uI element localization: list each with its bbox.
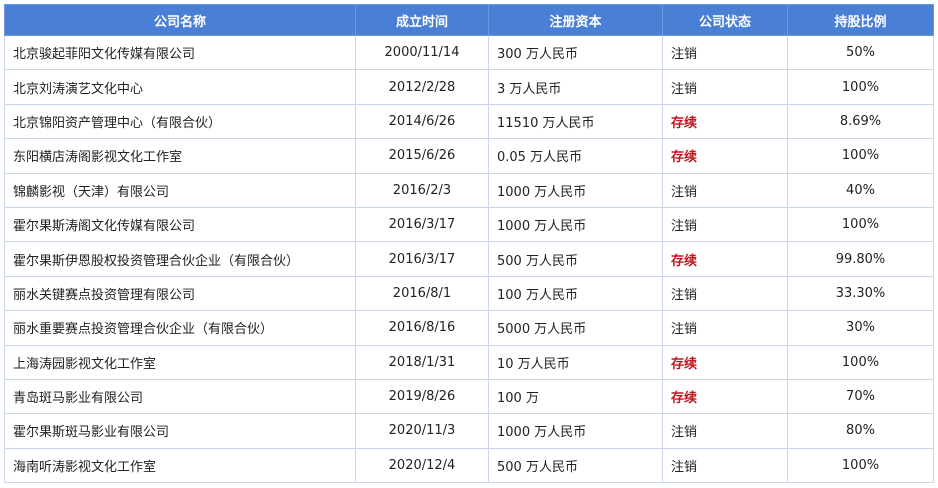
cell-registered-capital: 1000 万人民币 (488, 172, 663, 208)
company-table: 公司名称 成立时间 注册资本 公司状态 持股比例 北京骏起菲阳文化传媒有限公司 2… (4, 4, 934, 484)
cell-company-name: 北京骏起菲阳文化传媒有限公司 (4, 34, 356, 71)
table-row: 霍尔果斯涛阁文化传媒有限公司 2016/3/17 1000 万人民币 注销 100% (4, 206, 934, 243)
cell-company-status: 注销 (662, 69, 788, 105)
cell-company-status: 注销 (662, 172, 788, 208)
cell-company-status: 存续 (662, 344, 788, 380)
cell-registered-capital: 500 万人民币 (488, 241, 663, 277)
table-body: 北京骏起菲阳文化传媒有限公司 2000/11/14 300 万人民币 注销 50% 北京刘… (4, 34, 934, 484)
table-row: 北京骏起菲阳文化传媒有限公司 2000/11/14 300 万人民币 注销 50% (4, 34, 934, 71)
cell-company-status: 存续 (662, 378, 788, 415)
table-row: 青岛斑马影业有限公司 2019/8/26 100 万存续 70% (4, 378, 934, 415)
cell-founded-date: 2012/2/28 (355, 69, 489, 105)
cell-registered-capital: 5000 万人民币 (488, 310, 663, 346)
header-company-status: 公司状态 (662, 4, 788, 36)
cell-share-ratio: 40% (787, 172, 934, 208)
cell-company-status: 存续 (662, 103, 788, 140)
cell-company-name: 丽水重要赛点投资管理合伙企业（有限合伙） (4, 310, 356, 346)
cell-company-name: 丽水关键赛点投资管理有限公司 (4, 275, 356, 312)
cell-founded-date: 2016/2/3 (355, 172, 489, 208)
table-row: 丽水关键赛点投资管理有限公司 2016/8/1 100 万人民币 注销 33.30% (4, 275, 934, 312)
cell-registered-capital: 0.05 万人民币 (488, 138, 663, 174)
header-row: 公司名称 成立时间 注册资本 公司状态 持股比例 (4, 4, 934, 36)
cell-registered-capital: 1000 万人民币 (488, 413, 663, 449)
cell-company-status: 注销 (662, 34, 788, 71)
cell-company-status: 注销 (662, 206, 788, 243)
cell-company-status: 存续 (662, 241, 788, 277)
cell-share-ratio: 100% (787, 138, 934, 174)
cell-company-name: 锦麟影视（天津）有限公司 (4, 172, 356, 208)
cell-share-ratio: 100% (787, 447, 934, 484)
table-row: 北京刘涛演艺文化中心 2012/2/28 3 万人民币 注销 100% (4, 69, 934, 105)
cell-founded-date: 2019/8/26 (355, 378, 489, 415)
header-company-name: 公司名称 (4, 4, 356, 36)
table-row: 霍尔果斯斑马影业有限公司 2020/11/3 1000 万人民币 注销 80% (4, 413, 934, 449)
cell-registered-capital: 100 万人民币 (488, 275, 663, 312)
company-table-container: 公司名称 成立时间 注册资本 公司状态 持股比例 北京骏起菲阳文化传媒有限公司 2… (4, 4, 934, 484)
header-founded-date: 成立时间 (355, 4, 489, 36)
cell-company-status: 注销 (662, 275, 788, 312)
cell-company-status: 注销 (662, 310, 788, 346)
cell-registered-capital: 500 万人民币 (488, 447, 663, 484)
cell-company-status: 注销 (662, 447, 788, 484)
cell-share-ratio: 33.30% (787, 275, 934, 312)
cell-company-name: 霍尔果斯斑马影业有限公司 (4, 413, 356, 449)
header-registered-capital: 注册资本 (488, 4, 663, 36)
table-row: 北京锦阳资产管理中心（有限合伙） 2014/6/26 11510 万人民币 存续 8.6… (4, 103, 934, 140)
cell-company-name: 海南听涛影视文化工作室 (4, 447, 356, 484)
cell-founded-date: 2014/6/26 (355, 103, 489, 140)
cell-company-name: 北京刘涛演艺文化中心 (4, 69, 356, 105)
table-row: 上海涛园影视文化工作室 2018/1/31 10 万人民币 存续 100% (4, 344, 934, 380)
cell-founded-date: 2018/1/31 (355, 344, 489, 380)
table-row: 锦麟影视（天津）有限公司 2016/2/3 1000 万人民币 注销 40% (4, 172, 934, 208)
table-header: 公司名称 成立时间 注册资本 公司状态 持股比例 (4, 4, 934, 36)
cell-founded-date: 2016/8/16 (355, 310, 489, 346)
table-row: 霍尔果斯伊恩股权投资管理合伙企业（有限合伙） 2016/3/17 500 万人民币存… (4, 241, 934, 277)
cell-company-name: 霍尔果斯涛阁文化传媒有限公司 (4, 206, 356, 243)
cell-company-name: 青岛斑马影业有限公司 (4, 378, 356, 415)
cell-company-name: 东阳横店涛阁影视文化工作室 (4, 138, 356, 174)
cell-registered-capital: 11510 万人民币 (488, 103, 663, 140)
cell-registered-capital: 300 万人民币 (488, 34, 663, 71)
cell-share-ratio: 8.69% (787, 103, 934, 140)
cell-founded-date: 2015/6/26 (355, 138, 489, 174)
cell-registered-capital: 3 万人民币 (488, 69, 663, 105)
cell-share-ratio: 99.80% (787, 241, 934, 277)
cell-founded-date: 2016/3/17 (355, 241, 489, 277)
cell-registered-capital: 1000 万人民币 (488, 206, 663, 243)
cell-founded-date: 2020/11/3 (355, 413, 489, 449)
cell-registered-capital: 100 万 (488, 378, 663, 415)
table-row: 海南听涛影视文化工作室 2020/12/4 500 万人民币 注销 100% (4, 447, 934, 484)
cell-founded-date: 2000/11/14 (355, 34, 489, 71)
cell-share-ratio: 70% (787, 378, 934, 415)
cell-founded-date: 2016/3/17 (355, 206, 489, 243)
cell-founded-date: 2020/12/4 (355, 447, 489, 484)
cell-share-ratio: 100% (787, 344, 934, 380)
cell-company-name: 北京锦阳资产管理中心（有限合伙） (4, 103, 356, 140)
cell-share-ratio: 100% (787, 69, 934, 105)
cell-share-ratio: 100% (787, 206, 934, 243)
cell-company-name: 霍尔果斯伊恩股权投资管理合伙企业（有限合伙） (4, 241, 356, 277)
table-row: 丽水重要赛点投资管理合伙企业（有限合伙） 2016/8/16 5000 万人民币 注销… (4, 310, 934, 346)
cell-share-ratio: 80% (787, 413, 934, 449)
cell-company-status: 注销 (662, 413, 788, 449)
cell-company-status: 存续 (662, 138, 788, 174)
cell-company-name: 上海涛园影视文化工作室 (4, 344, 356, 380)
cell-registered-capital: 10 万人民币 (488, 344, 663, 380)
header-share-ratio: 持股比例 (787, 4, 934, 36)
cell-share-ratio: 50% (787, 34, 934, 71)
cell-share-ratio: 30% (787, 310, 934, 346)
table-row: 东阳横店涛阁影视文化工作室 2015/6/26 0.05 万人民币 存续 100% (4, 138, 934, 174)
cell-founded-date: 2016/8/1 (355, 275, 489, 312)
